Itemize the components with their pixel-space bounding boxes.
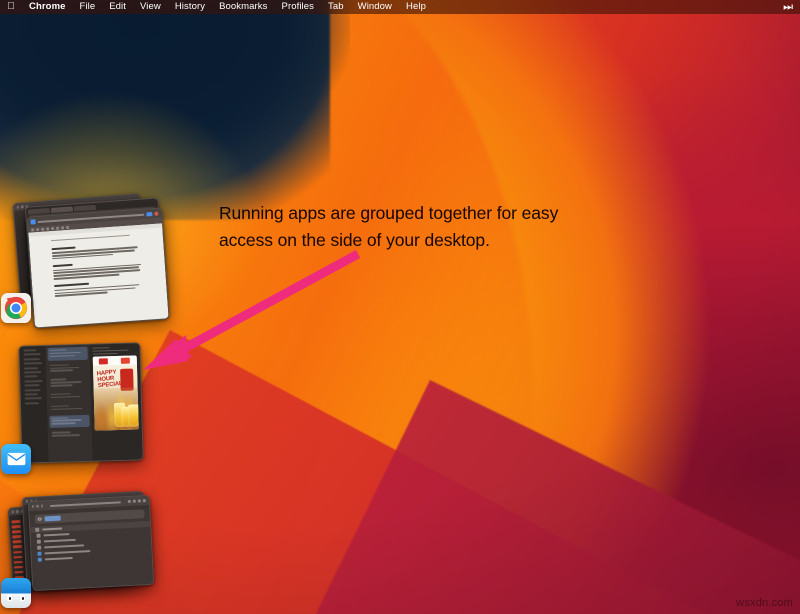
mail-reading-pane: HAPPY HOUR SPECIALS <box>89 343 143 460</box>
minimize-dot-icon[interactable] <box>16 510 19 513</box>
finder-search-body <box>29 509 153 591</box>
docs-file-icon <box>30 219 35 224</box>
docs-page <box>28 223 169 328</box>
result-icon <box>37 552 41 556</box>
result-label <box>43 533 69 536</box>
maximize-dot-icon[interactable] <box>41 505 44 508</box>
menu-item-history[interactable]: History <box>168 0 212 14</box>
section-label <box>42 527 62 530</box>
ad-brand-logo <box>99 358 108 364</box>
close-dot-icon[interactable] <box>17 206 20 209</box>
menu-item-tab[interactable]: Tab <box>321 0 351 14</box>
toolbar-icon[interactable] <box>133 500 136 503</box>
menu-item-edit[interactable]: Edit <box>102 0 133 14</box>
toolbar-icon[interactable] <box>36 228 39 231</box>
apple-logo-icon[interactable]:  <box>0 2 22 13</box>
chrome-logo-svg <box>1 293 31 323</box>
chrome-window-front-docs[interactable] <box>26 207 169 328</box>
chrome-icon[interactable] <box>1 293 31 323</box>
control-center-icon[interactable]: ⏭ <box>783 2 793 13</box>
docs-content <box>29 227 167 298</box>
menu-item-view[interactable]: View <box>133 0 168 14</box>
close-dot-icon[interactable] <box>32 505 35 508</box>
toolbar-icon[interactable] <box>31 228 34 231</box>
menu-item-profiles[interactable]: Profiles <box>275 0 321 14</box>
mail-body: HAPPY HOUR SPECIALS <box>19 343 142 462</box>
menu-item-window[interactable]: Window <box>351 0 399 14</box>
search-icon <box>38 517 42 521</box>
docs-avatar[interactable] <box>154 211 158 215</box>
mail-message-list[interactable] <box>46 345 92 462</box>
envelope-icon <box>7 452 26 466</box>
mail-list-item[interactable] <box>48 347 88 361</box>
menu-item-file[interactable]: File <box>73 0 103 14</box>
menu-item-bookmarks[interactable]: Bookmarks <box>212 0 274 14</box>
mail-icon[interactable] <box>1 444 31 474</box>
menu-item-chrome[interactable]: Chrome <box>22 0 73 14</box>
stage-manager-group-mail[interactable]: HAPPY HOUR SPECIALS <box>8 340 168 470</box>
ad-drink-glass <box>128 405 139 427</box>
stage-manager-group-finder[interactable] <box>8 482 173 607</box>
result-icon <box>38 558 42 562</box>
result-label <box>45 557 73 560</box>
menu-item-help[interactable]: Help <box>399 0 433 14</box>
menu-bar:  Chrome File Edit View History Bookmark… <box>0 0 800 14</box>
toolbar-icon[interactable] <box>61 226 64 229</box>
desktop-screen:  Chrome File Edit View History Bookmark… <box>0 0 800 614</box>
section-icon <box>35 528 39 532</box>
docs-share-button[interactable] <box>146 212 152 216</box>
toolbar-icon[interactable] <box>41 227 44 230</box>
toolbar-icon[interactable] <box>128 500 131 503</box>
mail-list-item[interactable] <box>49 391 88 402</box>
search-query-token <box>44 516 60 522</box>
annotation-text: Running apps are grouped together for ea… <box>219 200 649 254</box>
mail-promotional-ad: HAPPY HOUR SPECIALS <box>92 356 138 431</box>
finder-left-pupil <box>9 597 11 600</box>
mail-list-item[interactable] <box>49 403 88 414</box>
annotation-line-2: access on the side of your desktop. <box>219 227 649 254</box>
close-dot-icon[interactable] <box>12 511 15 514</box>
watermark: wsxdn.com <box>736 597 793 609</box>
mail-list-item[interactable] <box>48 361 88 375</box>
annotation-line-1: Running apps are grouped together for ea… <box>219 200 649 227</box>
toolbar-icon[interactable] <box>138 499 141 502</box>
finder-icon[interactable] <box>1 578 31 608</box>
ad-title: HAPPY HOUR SPECIALS <box>96 369 121 389</box>
ad-brand-logo-secondary <box>121 357 130 363</box>
finder-face <box>1 578 31 608</box>
window-title-text <box>50 501 121 507</box>
mail-window[interactable]: HAPPY HOUR SPECIALS <box>18 342 143 463</box>
finder-window-front-search[interactable] <box>28 495 155 591</box>
menu-bar-status-area: ⏭ <box>783 2 800 13</box>
minimize-dot-icon[interactable] <box>21 206 24 209</box>
toolbar-icon[interactable] <box>56 226 59 229</box>
result-icon <box>37 540 41 544</box>
mail-list-item[interactable] <box>50 429 89 440</box>
minimize-dot-icon[interactable] <box>36 505 39 508</box>
result-icon <box>37 546 41 550</box>
mail-list-item[interactable] <box>49 376 89 390</box>
mail-list-item[interactable] <box>50 414 90 428</box>
toolbar-icon[interactable] <box>46 227 49 230</box>
result-icon <box>36 534 40 538</box>
stage-manager-group-chrome[interactable] <box>8 198 168 333</box>
finder-right-pupil <box>22 597 24 600</box>
toolbar-icon[interactable] <box>143 499 146 502</box>
toolbar-icon[interactable] <box>66 225 69 228</box>
toolbar-icon[interactable] <box>51 226 54 229</box>
result-label <box>44 539 76 543</box>
